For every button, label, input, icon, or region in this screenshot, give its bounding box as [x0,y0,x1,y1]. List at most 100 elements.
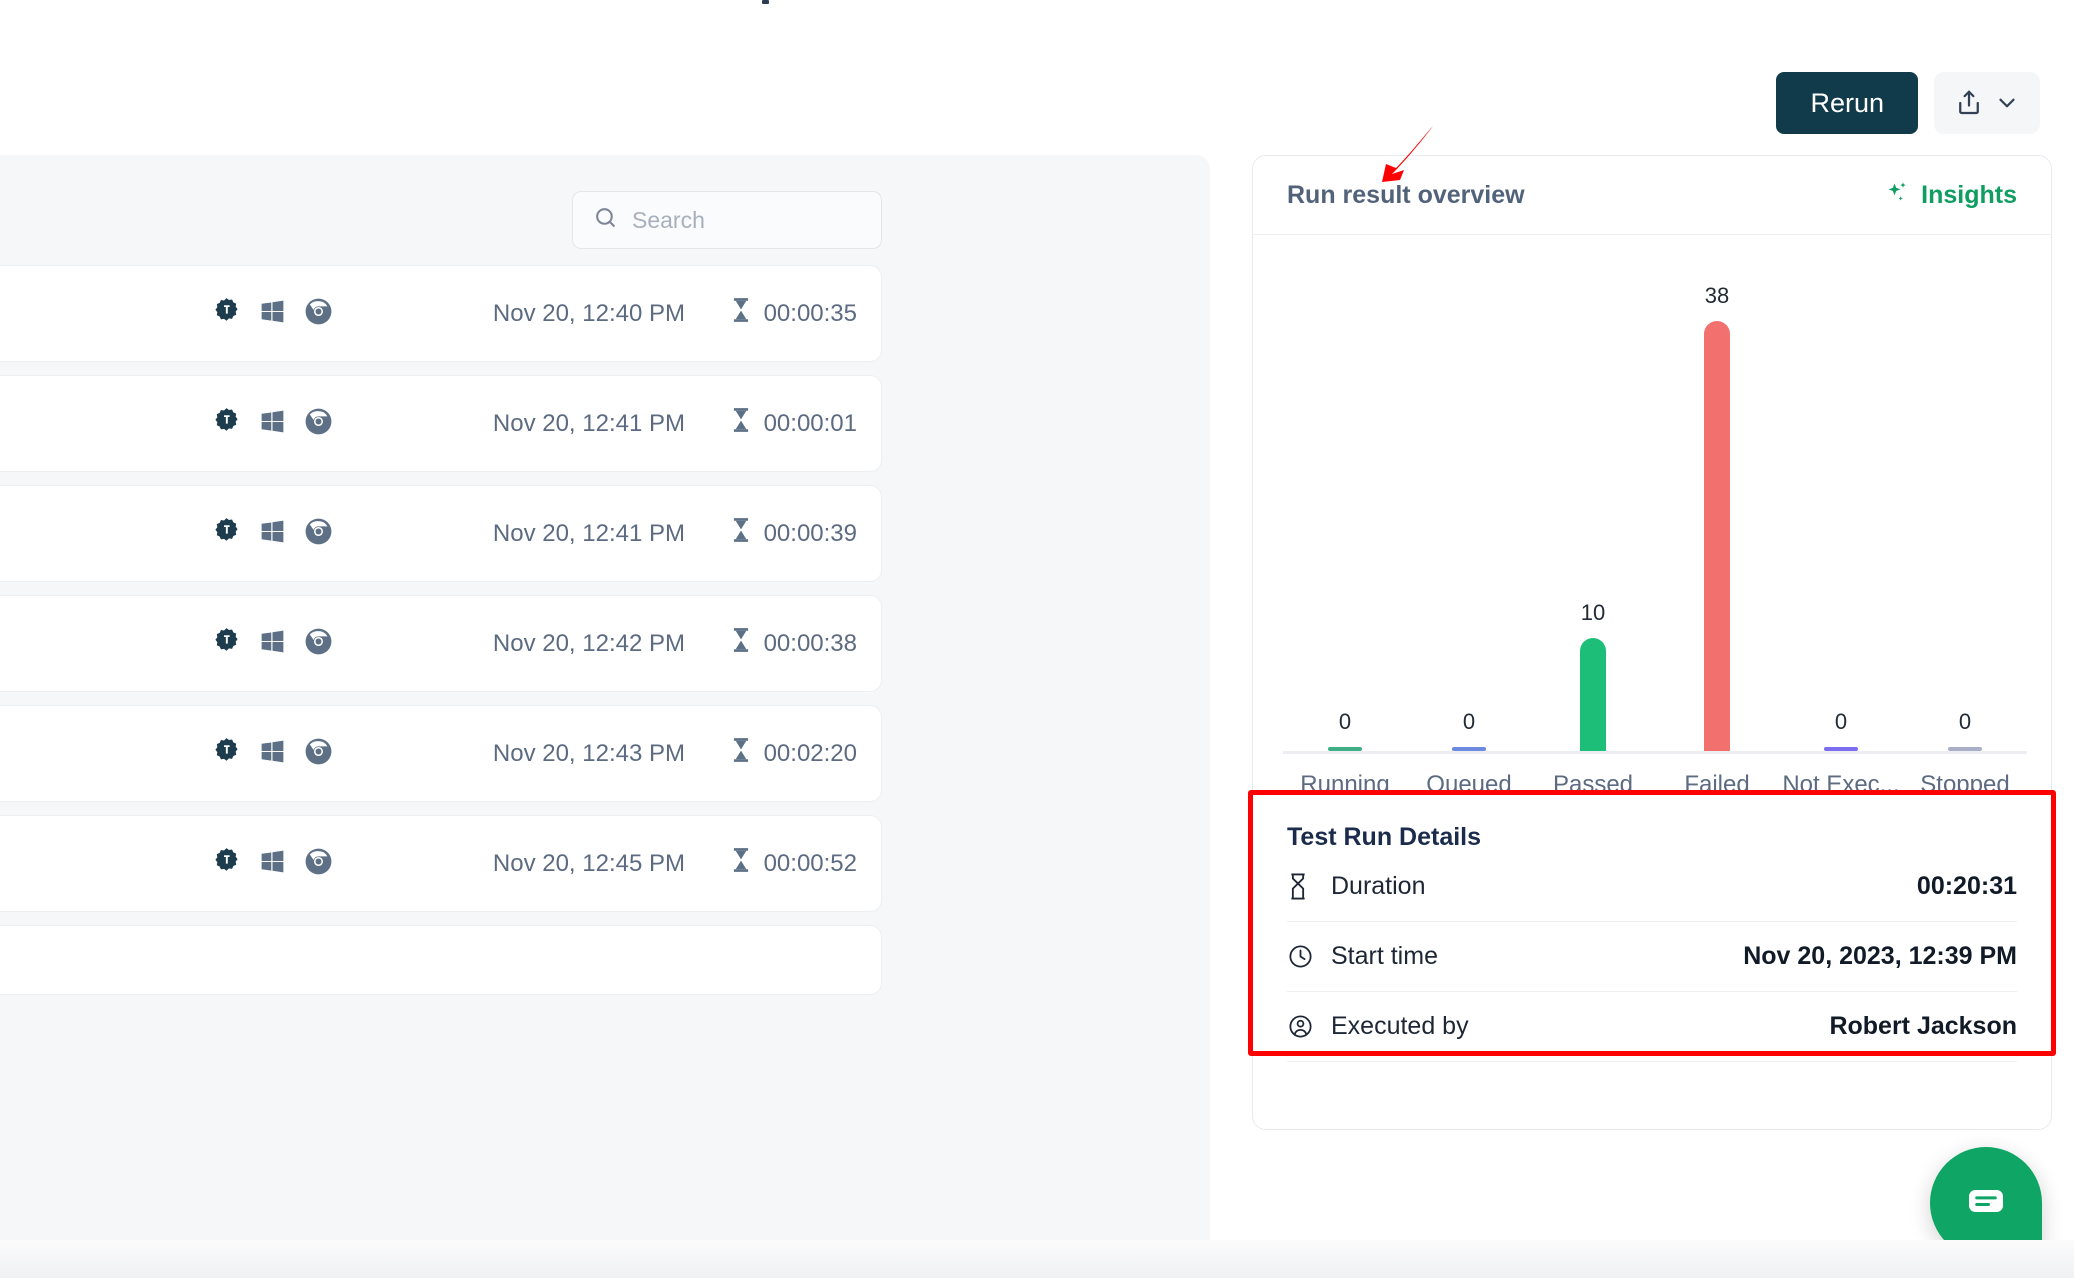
table-row[interactable]: Nov 20, 12:40 PM 00:00:35 [0,265,882,362]
gear-testim-icon [211,516,242,552]
row-date: Nov 20, 12:40 PM [492,299,685,327]
chart-bar-value: 0 [1834,709,1848,734]
chart-bar [1580,638,1606,751]
gear-testim-icon [211,406,242,442]
user-circle-icon [1287,1013,1331,1040]
hourglass-icon [1287,873,1331,900]
chrome-icon [303,626,334,662]
insights-label: Insights [1921,180,2017,209]
windows-icon [258,407,287,441]
chat-bubble-icon [1962,1177,2010,1230]
chart-bar-value: 10 [1580,600,1606,625]
table-row[interactable]: Nov 20, 12:42 PM 00:00:38 [0,595,882,692]
app-root: Rerun Search Nov 20, 12:40 PM 00:00:35 N… [0,0,2074,1278]
row-icon-group [211,626,334,662]
row-icon-group [211,736,334,772]
table-row[interactable]: Nov 20, 12:43 PM 00:02:20 [0,705,882,802]
detail-label: Duration [1331,872,1426,900]
detail-row-duration: Duration 00:20:31 [1287,852,2017,922]
header-actions: Rerun [1776,72,2040,134]
row-date: Nov 20, 12:41 PM [492,409,685,437]
row-date: Nov 20, 12:41 PM [492,519,685,547]
windows-icon [258,517,287,551]
chart-bar-value: 0 [1462,709,1476,734]
chart-bar-value: 0 [1958,709,1972,734]
sparkles-icon [1885,179,1911,212]
hourglass-icon [730,627,752,660]
breadcrumb-fragment [762,0,769,4]
table-row[interactable]: Nov 20, 12:41 PM 00:00:01 [0,375,882,472]
hourglass-icon [730,297,752,330]
detail-row-executed-by: Executed by Robert Jackson [1287,992,2017,1062]
clock-icon [1287,943,1331,970]
windows-icon [258,847,287,881]
windows-icon [258,627,287,661]
hourglass-icon [730,407,752,440]
chart-bar-column: 0 [1283,251,1407,751]
run-result-chart: 0 0 10 38 0 0 Running Queued Passed Failed Not Ex… [1253,235,2051,815]
chart-bars: 0 0 10 38 0 0 [1283,251,2027,751]
chrome-icon [303,516,334,552]
detail-value: Robert Jackson [1829,1012,2017,1040]
row-duration: 00:00:52 [730,847,857,880]
hourglass-icon [730,847,752,880]
table-row[interactable] [0,925,882,995]
test-run-details: Test Run Details Duration 00:20:31 Start… [1253,795,2051,1062]
chrome-icon [303,736,334,772]
details-title: Test Run Details [1287,823,1482,851]
chart-bar-column: 0 [1903,251,2027,751]
page-bottom-fade [0,1240,2074,1278]
chart-bar-column: 38 [1655,251,1779,751]
gear-testim-icon [211,736,242,772]
test-runs-panel: Nov 20, 12:40 PM 00:00:35 [0,155,1210,1262]
rerun-button[interactable]: Rerun [1776,72,1918,134]
chevron-down-icon [1994,90,2020,116]
gear-testim-icon [211,626,242,662]
search-input[interactable] [632,206,861,234]
card-header: Run result overview Insights [1253,156,2051,235]
table-row[interactable]: Nov 20, 12:41 PM 00:00:39 [0,485,882,582]
chart-bar-value: 0 [1338,709,1352,734]
row-date: Nov 20, 12:42 PM [492,629,685,657]
row-duration-value: 00:02:20 [763,739,857,767]
row-icon-group [211,296,334,332]
row-duration-value: 00:00:38 [763,629,857,657]
test-runs-list: Nov 20, 12:40 PM 00:00:35 Nov 20, 12:41 … [0,265,1210,1008]
row-duration-value: 00:00:35 [763,299,857,327]
detail-row-start-time: Start time Nov 20, 2023, 12:39 PM [1287,922,2017,992]
row-duration-value: 00:00:39 [763,519,857,547]
row-date: Nov 20, 12:45 PM [492,849,685,877]
row-duration-value: 00:00:01 [763,409,857,437]
insights-button[interactable]: Insights [1885,179,2017,212]
row-duration: 00:00:35 [730,297,857,330]
chart-bar-value: 38 [1704,283,1730,308]
share-upload-icon [1954,88,1984,118]
hourglass-icon [730,517,752,550]
row-icon-group [211,516,334,552]
detail-label: Executed by [1331,1012,1469,1040]
chart-bar-column: 0 [1779,251,1903,751]
hourglass-icon [730,737,752,770]
chrome-icon [303,296,334,332]
row-duration: 00:00:39 [730,517,857,550]
detail-value: Nov 20, 2023, 12:39 PM [1743,942,2017,970]
search-icon [593,205,618,235]
detail-value: 00:20:31 [1916,872,2017,900]
row-icon-group [211,846,334,882]
row-duration: 00:00:38 [730,627,857,660]
chrome-icon [303,846,334,882]
row-icon-group [211,406,334,442]
search-box[interactable] [572,191,882,249]
chart-axis-line [1283,751,2027,754]
share-export-button[interactable] [1934,72,2040,134]
list-toolbar [0,155,1210,265]
chart-bar-column: 10 [1531,251,1655,751]
chrome-icon [303,406,334,442]
row-duration-value: 00:00:52 [763,849,857,877]
windows-icon [258,297,287,331]
row-duration: 00:02:20 [730,737,857,770]
table-row[interactable]: Nov 20, 12:45 PM 00:00:52 [0,815,882,912]
gear-testim-icon [211,846,242,882]
chart-bar [1704,321,1730,751]
windows-icon [258,737,287,771]
